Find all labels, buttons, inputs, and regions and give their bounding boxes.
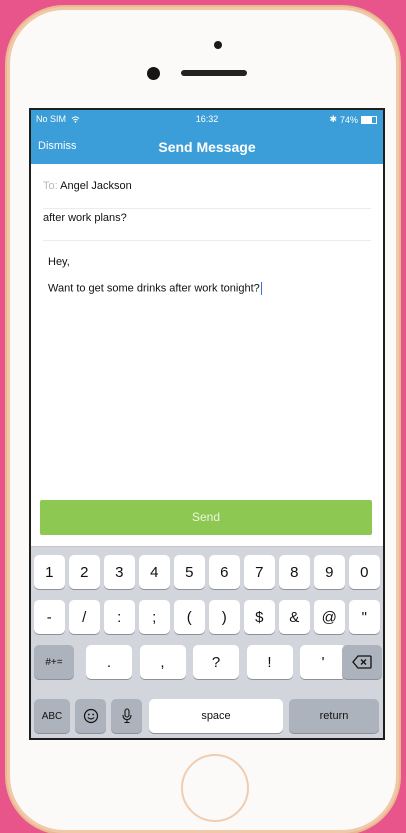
key-punct-2[interactable]: ? xyxy=(193,645,239,679)
phone-screen: No SIM 16:32 ✱ 74% Dismiss Send Message … xyxy=(29,108,385,740)
camera-dot xyxy=(214,41,222,49)
body-line-2-text: Want to get some drinks after work tonig… xyxy=(48,282,260,295)
space-key[interactable]: space xyxy=(149,699,283,733)
body-line-1: Hey, xyxy=(48,256,70,268)
key-4[interactable]: 5 xyxy=(174,555,205,589)
battery-percent: 74% xyxy=(339,114,358,125)
text-cursor xyxy=(260,282,262,295)
more-symbols-key[interactable]: #+= xyxy=(34,645,74,679)
key-2[interactable]: 3 xyxy=(104,555,135,589)
emoji-key[interactable] xyxy=(75,699,106,733)
subject-field[interactable]: after work plans? xyxy=(43,212,371,241)
key-punct-4[interactable]: ' xyxy=(300,645,346,679)
body-line-2: Want to get some drinks after work tonig… xyxy=(48,282,371,308)
key-sym-7[interactable]: & xyxy=(279,600,310,634)
delete-key[interactable] xyxy=(342,645,382,679)
microphone-icon xyxy=(121,708,132,724)
key-7[interactable]: 8 xyxy=(279,555,310,589)
page-title: Send Message xyxy=(158,139,256,155)
key-0[interactable]: 1 xyxy=(34,555,65,589)
key-6[interactable]: 7 xyxy=(244,555,275,589)
backspace-icon xyxy=(352,655,372,669)
keyboard: 1 2 3 4 5 6 7 8 9 0 - /:;() $ & @ " #+=.,?! ' ABC space retu… xyxy=(31,546,383,738)
send-button[interactable]: Send xyxy=(40,500,372,535)
front-camera xyxy=(147,67,160,80)
to-field[interactable]: To: Angel Jackson xyxy=(43,180,371,209)
key-punct-3[interactable]: ! xyxy=(246,645,293,679)
key-sym-3[interactable]: ; xyxy=(139,600,170,634)
key-sym-5[interactable]: ) xyxy=(209,600,240,634)
key-1[interactable]: 2 xyxy=(69,555,100,589)
key-sym-6[interactable]: $ xyxy=(244,600,275,634)
earpiece-speaker xyxy=(181,70,247,76)
key-sym-2[interactable]: : xyxy=(104,600,135,634)
battery-icon xyxy=(361,115,377,124)
return-key[interactable]: return xyxy=(289,699,379,733)
key-punct-0[interactable]: . xyxy=(86,645,132,679)
battery-fill xyxy=(362,116,373,123)
to-label: To: xyxy=(43,180,58,192)
key-9[interactable]: 0 xyxy=(349,555,380,589)
key-sym-0[interactable]: - xyxy=(34,600,65,634)
bluetooth-icon: ✱ xyxy=(329,114,337,124)
to-recipient: Angel Jackson xyxy=(60,180,132,192)
status-bar: No SIM 16:32 ✱ 74% xyxy=(31,110,383,130)
nav-bar: Dismiss Send Message xyxy=(31,130,383,164)
key-sym-4[interactable]: ( xyxy=(174,600,205,634)
key-8[interactable]: 9 xyxy=(314,555,345,589)
battery-indicator: ✱ 74% xyxy=(329,114,377,125)
key-sym-9[interactable]: " xyxy=(349,600,380,634)
home-button[interactable] xyxy=(181,754,249,822)
subject-text: after work plans? xyxy=(43,212,127,224)
key-5[interactable]: 6 xyxy=(209,555,240,589)
abc-key[interactable]: ABC xyxy=(34,699,70,733)
emoji-icon xyxy=(83,708,98,724)
key-3[interactable]: 4 xyxy=(139,555,170,589)
dictation-key[interactable] xyxy=(111,699,142,733)
message-body[interactable]: Hey, Want to get some drinks after work … xyxy=(48,256,371,308)
key-sym-1[interactable]: / xyxy=(69,600,100,634)
key-punct-1[interactable]: , xyxy=(139,645,186,679)
key-sym-8[interactable]: @ xyxy=(314,600,345,634)
